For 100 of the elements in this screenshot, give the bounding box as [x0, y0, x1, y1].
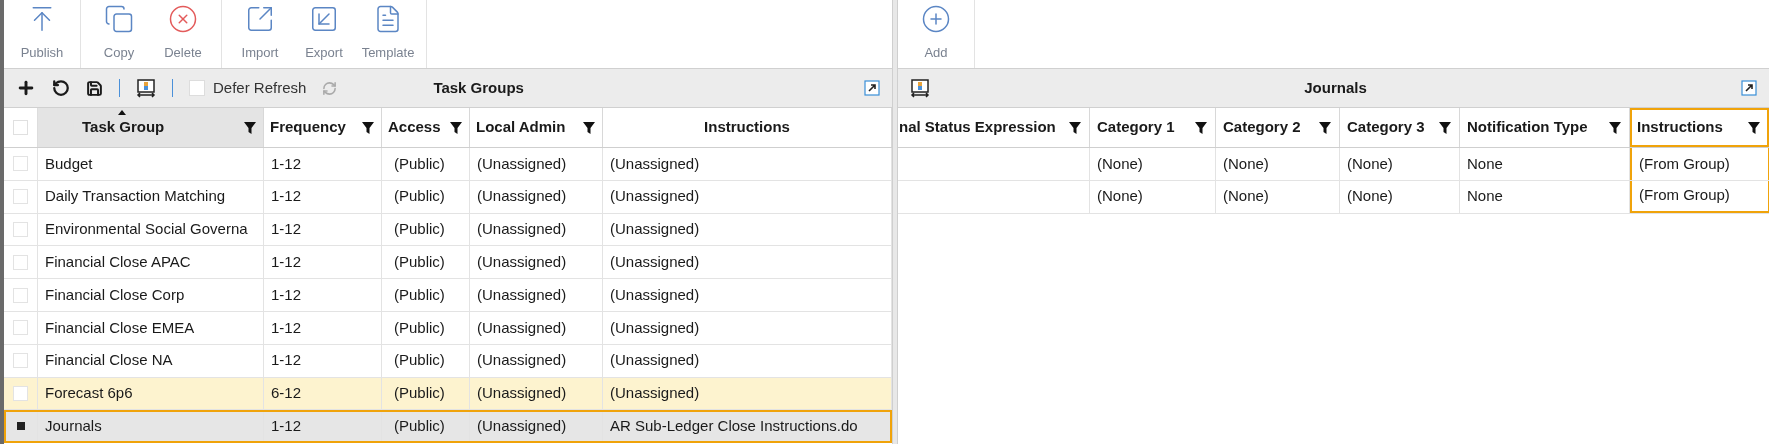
- table-cell: (Unassigned): [470, 148, 603, 180]
- table-row[interactable]: Forecast 6p6 6-12 (Public) (Unassigned) (Unassigned): [4, 377, 892, 411]
- toolbar-button[interactable]: Delete: [153, 0, 213, 68]
- table-row[interactable]: Environmental Social Governa 1-12 (Public) (Unassigned) (Unassigned): [4, 213, 892, 247]
- table-cell: 1-12: [264, 213, 382, 246]
- column-header[interactable]: Instructions: [603, 108, 892, 147]
- toolbar-button[interactable]: Import: [230, 0, 290, 68]
- table-cell: None: [1460, 148, 1630, 180]
- filter-icon[interactable]: [361, 120, 375, 135]
- toolbar-button[interactable]: Export: [294, 0, 354, 68]
- table-cell: Financial Close APAC: [38, 246, 264, 279]
- column-header[interactable]: nal Status Expression: [898, 108, 1090, 147]
- table-row[interactable]: Financial Close NA 1-12 (Public) (Unassigned) (Unassigned): [4, 344, 892, 378]
- table-cell: (From Group): [1630, 180, 1769, 213]
- table-cell: (None): [1340, 180, 1460, 213]
- add-icon[interactable]: [16, 78, 36, 98]
- filter-icon[interactable]: [243, 120, 257, 135]
- filter-icon[interactable]: [1194, 120, 1208, 135]
- table-cell: (Public): [382, 410, 470, 443]
- table-cell: (Public): [382, 213, 470, 246]
- table-cell: (None): [1090, 180, 1216, 213]
- column-header[interactable]: Task Group: [38, 108, 264, 147]
- table-cell: Forecast 6p6: [38, 377, 264, 410]
- filter-icon[interactable]: [1318, 120, 1332, 135]
- table-row[interactable]: (None) (None) (None) None (From Group): [898, 180, 1769, 214]
- column-header[interactable]: Notification Type: [1460, 108, 1630, 147]
- copy-icon: [104, 4, 134, 34]
- table-cell: Financial Close EMEA: [38, 312, 264, 344]
- table-cell: (Public): [382, 279, 470, 311]
- table-cell: (Public): [382, 180, 470, 213]
- filter-icon[interactable]: [1438, 120, 1452, 135]
- toolbar-button[interactable]: Template: [358, 0, 418, 68]
- table-row[interactable]: Financial Close APAC 1-12 (Public) (Unassigned) (Unassigned): [4, 246, 892, 280]
- table-row[interactable]: Financial Close Corp 1-12 (Public) (Unassigned) (Unassigned): [4, 279, 892, 312]
- filter-icon[interactable]: [1608, 120, 1622, 135]
- table-cell: (Unassigned): [470, 344, 603, 377]
- filter-icon[interactable]: [582, 120, 596, 135]
- table-cell: 1-12: [264, 279, 382, 311]
- table-cell: 1-12: [264, 312, 382, 344]
- panel-title: Journals: [1303, 77, 1368, 98]
- filter-icon[interactable]: [449, 120, 463, 135]
- table-cell: (Public): [382, 377, 470, 410]
- table-cell: (Public): [382, 344, 470, 377]
- row-checkbox[interactable]: [13, 156, 28, 172]
- toolbar-button[interactable]: Copy: [89, 0, 149, 68]
- table-cell: (Unassigned): [470, 312, 603, 344]
- sort-ascending-icon: [118, 110, 126, 115]
- table-row[interactable]: Budget 1-12 (Public) (Unassigned) (Unassigned): [4, 148, 892, 181]
- table-row[interactable]: (None) (None) (None) None (From Group): [898, 148, 1769, 181]
- table-row[interactable]: Daily Transaction Matching 1-12 (Public) (Unassigned) (Unassigned): [4, 180, 892, 214]
- row-checkbox[interactable]: [13, 320, 28, 336]
- table-cell: None: [1460, 180, 1630, 213]
- column-header[interactable]: Category 2: [1216, 108, 1340, 147]
- column-header[interactable]: Category 1: [1090, 108, 1216, 147]
- table-cell: 1-12: [264, 246, 382, 279]
- select-all-checkbox[interactable]: [13, 120, 28, 135]
- delete-icon: [168, 4, 198, 34]
- current-row-marker: [16, 422, 25, 431]
- row-checkbox[interactable]: [13, 287, 28, 303]
- column-chooser-icon: [910, 78, 930, 98]
- table-cell: (None): [1090, 148, 1216, 180]
- column-header[interactable]: Frequency: [264, 108, 382, 147]
- table-cell: (Public): [382, 246, 470, 279]
- expand-icon[interactable]: [864, 80, 880, 96]
- table-row[interactable]: Financial Close EMEA 1-12 (Public) (Unassigned) (Unassigned): [4, 312, 892, 345]
- filter-icon[interactable]: [1747, 120, 1761, 135]
- row-checkbox[interactable]: [13, 254, 28, 270]
- row-checkbox[interactable]: [13, 353, 28, 369]
- table-cell: Environmental Social Governa: [38, 213, 264, 246]
- column-header[interactable]: Category 3: [1340, 108, 1460, 147]
- add-icon: [921, 4, 951, 34]
- column-chooser-icon: [136, 78, 156, 98]
- column-header[interactable]: Instructions: [1630, 108, 1769, 147]
- undo-icon[interactable]: [52, 79, 70, 97]
- row-checkbox[interactable]: [13, 189, 28, 205]
- table-cell: (Public): [382, 148, 470, 180]
- toolbar-button[interactable]: Publish: [12, 0, 72, 68]
- expand-icon[interactable]: [1741, 80, 1757, 96]
- table-cell: 1-12: [264, 148, 382, 180]
- table-cell: Budget: [38, 148, 264, 180]
- save-icon[interactable]: [86, 79, 103, 97]
- table-cell: (Unassigned): [470, 410, 603, 443]
- row-checkbox[interactable]: [13, 222, 28, 237]
- table-cell: (Unassigned): [470, 246, 603, 279]
- table-cell: (Unassigned): [470, 180, 603, 213]
- checkbox[interactable]: [189, 80, 205, 96]
- export-icon: [309, 4, 339, 34]
- panel-title: Task Groups: [433, 77, 525, 98]
- filter-icon[interactable]: [1068, 120, 1082, 135]
- checkbox-label[interactable]: Defer Refresh: [213, 76, 307, 100]
- column-header[interactable]: Local Admin: [470, 108, 603, 147]
- table-cell: Financial Close Corp: [38, 279, 264, 311]
- table-cell: (None): [1216, 148, 1340, 180]
- row-checkbox[interactable]: [13, 385, 28, 401]
- column-header[interactable]: Access: [382, 108, 470, 147]
- toolbar-button[interactable]: Add: [906, 0, 966, 68]
- table-cell: (None): [1340, 148, 1460, 180]
- table-cell: (Unassigned): [470, 213, 603, 246]
- table-row[interactable]: Journals 1-12 (Public) (Unassigned) AR Sub-Ledger Close Instructions.do: [4, 410, 892, 444]
- table-cell: 1-12: [264, 410, 382, 443]
